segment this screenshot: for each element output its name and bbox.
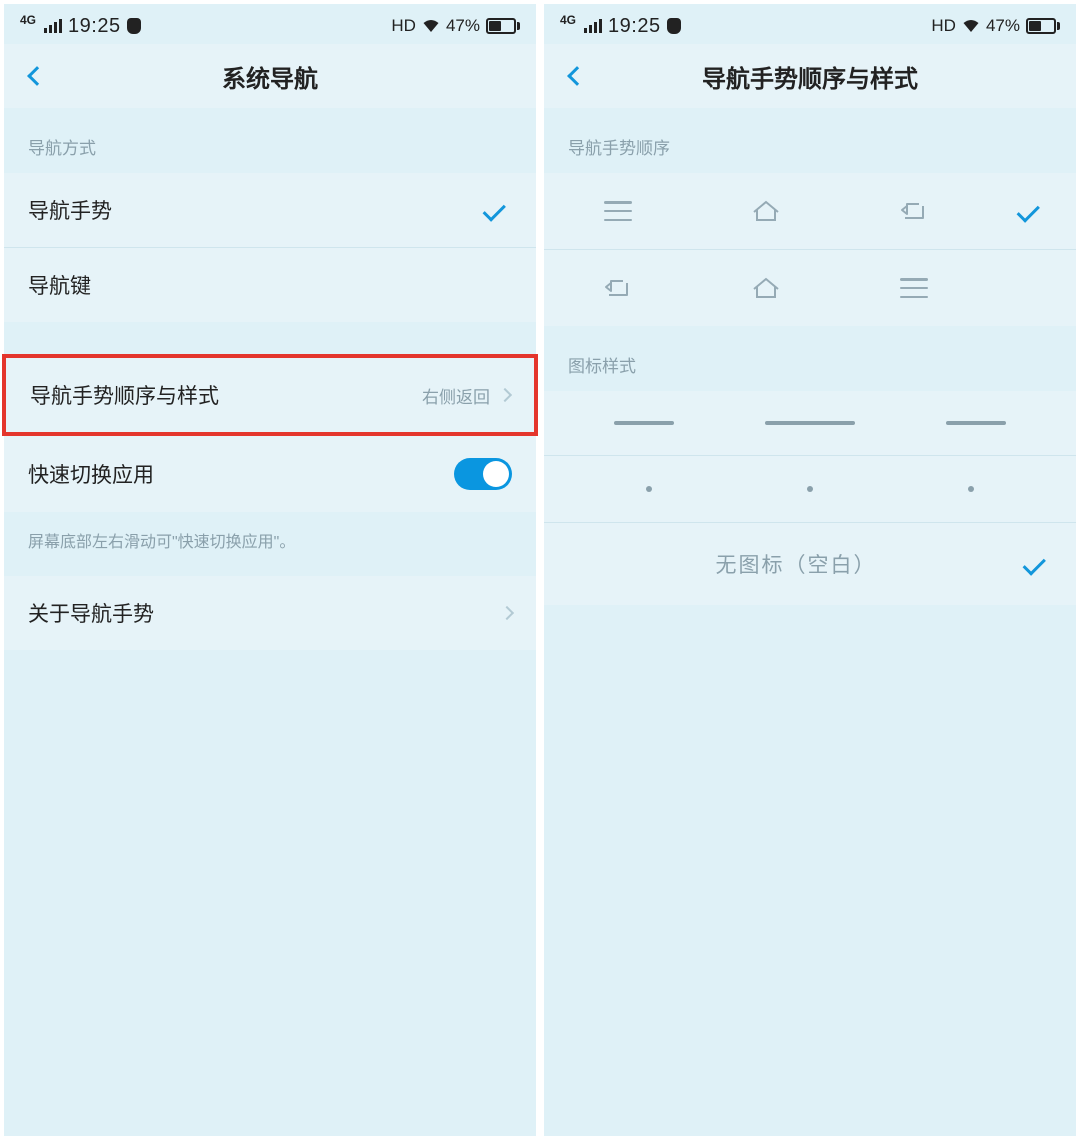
highlight-annotation: 导航手势顺序与样式 右侧返回 bbox=[2, 354, 538, 436]
back-button[interactable] bbox=[562, 61, 592, 91]
dot-indicator-icon bbox=[968, 486, 974, 492]
network-label: 4G bbox=[560, 13, 576, 27]
recents-icon bbox=[864, 268, 964, 308]
battery-percent: 47% bbox=[446, 16, 480, 36]
back-icon bbox=[864, 191, 964, 231]
style-option-bars[interactable] bbox=[544, 391, 1076, 456]
option-quick-switch[interactable]: 快速切换应用 bbox=[4, 436, 536, 512]
chevron-right-icon bbox=[500, 606, 514, 620]
clock: 19:25 bbox=[608, 15, 661, 38]
option-keys[interactable]: 导航键 bbox=[4, 248, 536, 322]
back-button[interactable] bbox=[22, 61, 52, 91]
clock: 19:25 bbox=[68, 15, 121, 38]
style-option-dots[interactable] bbox=[544, 456, 1076, 523]
chevron-left-icon bbox=[27, 66, 47, 86]
page-title: 系统导航 bbox=[4, 59, 536, 94]
bar-indicator-icon bbox=[614, 421, 674, 425]
section-nav-mode: 导航方式 bbox=[4, 108, 536, 173]
checkmark-icon bbox=[1024, 555, 1052, 573]
order-option-1[interactable] bbox=[544, 173, 1076, 250]
option-gesture[interactable]: 导航手势 bbox=[4, 173, 536, 248]
signal-icon bbox=[44, 19, 62, 33]
hd-label: HD bbox=[391, 16, 416, 36]
chevron-left-icon bbox=[567, 66, 587, 86]
status-bar: 4G 19:25 HD 47% bbox=[4, 4, 536, 44]
recents-icon bbox=[568, 191, 668, 231]
network-label: 4G bbox=[20, 13, 36, 27]
bar-indicator-icon bbox=[765, 421, 855, 425]
option-order-label: 导航手势顺序与样式 bbox=[30, 380, 219, 410]
toggle-on[interactable] bbox=[454, 458, 512, 490]
phone-left: 4G 19:25 HD 47% 系统导航 导航方式 导航手势 导航键 导航手势顺… bbox=[4, 4, 536, 1136]
notification-icon bbox=[127, 18, 141, 34]
option-quick-switch-label: 快速切换应用 bbox=[28, 459, 154, 489]
spacer bbox=[4, 322, 536, 354]
phone-right: 4G 19:25 HD 47% 导航手势顺序与样式 导航手势顺序 bbox=[544, 4, 1076, 1136]
option-about[interactable]: 关于导航手势 bbox=[4, 576, 536, 650]
hint-text: 屏幕底部左右滑动可"快速切换应用"。 bbox=[4, 512, 536, 576]
hd-label: HD bbox=[931, 16, 956, 36]
order-option-2[interactable] bbox=[544, 250, 1076, 326]
battery-icon bbox=[1026, 18, 1060, 34]
notification-icon bbox=[667, 18, 681, 34]
checkmark-icon bbox=[1018, 202, 1046, 220]
bar-indicator-icon bbox=[946, 421, 1006, 425]
header: 导航手势顺序与样式 bbox=[544, 44, 1076, 108]
option-keys-label: 导航键 bbox=[28, 270, 91, 300]
wifi-icon bbox=[962, 19, 980, 33]
signal-icon bbox=[584, 19, 602, 33]
dot-indicator-icon bbox=[807, 486, 813, 492]
checkmark-icon bbox=[484, 201, 512, 219]
dot-indicator-icon bbox=[646, 486, 652, 492]
option-order-style[interactable]: 导航手势顺序与样式 右侧返回 bbox=[6, 358, 534, 432]
status-bar: 4G 19:25 HD 47% bbox=[544, 4, 1076, 44]
back-icon bbox=[568, 268, 668, 308]
option-gesture-label: 导航手势 bbox=[28, 195, 112, 225]
option-order-value: 右侧返回 bbox=[422, 383, 490, 408]
option-about-label: 关于导航手势 bbox=[28, 598, 154, 628]
section-order: 导航手势顺序 bbox=[544, 108, 1076, 173]
home-icon bbox=[716, 268, 816, 308]
style-option-blank[interactable]: 无图标（空白） bbox=[544, 523, 1076, 605]
battery-percent: 47% bbox=[986, 16, 1020, 36]
header: 系统导航 bbox=[4, 44, 536, 108]
battery-icon bbox=[486, 18, 520, 34]
home-icon bbox=[716, 191, 816, 231]
section-style: 图标样式 bbox=[544, 326, 1076, 391]
wifi-icon bbox=[422, 19, 440, 33]
style-blank-label: 无图标（空白） bbox=[568, 549, 1024, 579]
chevron-right-icon bbox=[498, 388, 512, 402]
page-title: 导航手势顺序与样式 bbox=[544, 59, 1076, 94]
